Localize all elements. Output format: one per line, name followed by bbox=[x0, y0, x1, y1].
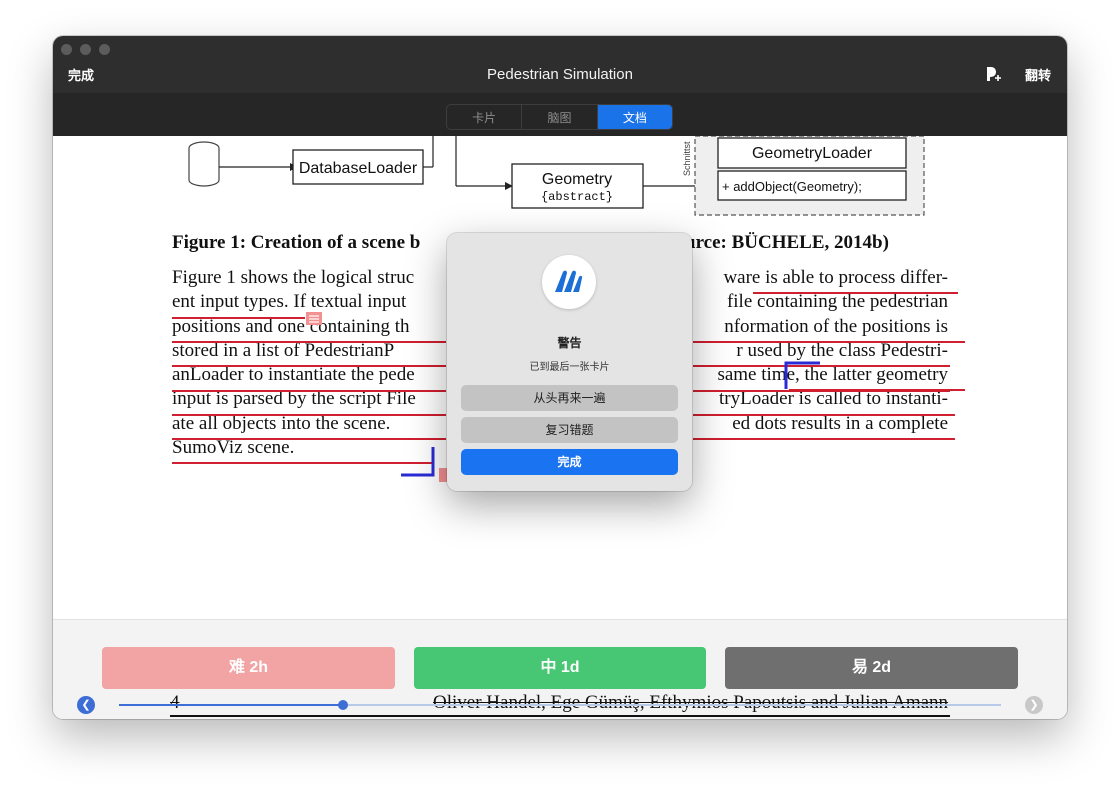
tab-bar: 卡片 脑图 文档 bbox=[53, 93, 1067, 136]
paragraph-line bbox=[693, 436, 948, 460]
geometry-title: Geometry bbox=[542, 171, 612, 188]
paragraph-line: input is parsed by the script File bbox=[172, 388, 416, 410]
paragraph-line: ed dots results in a complete bbox=[732, 412, 948, 434]
paragraph-line: tryLoader is called to instanti- bbox=[719, 388, 948, 410]
uml-diagram: DatabaseLoader Geometry {abstract} Schni… bbox=[188, 136, 925, 216]
flip-button[interactable]: 翻转 bbox=[1025, 65, 1051, 84]
chevron-right-icon[interactable]: ❯ bbox=[1025, 696, 1043, 714]
paragraph-line: r used by the class Pedestri- bbox=[736, 339, 948, 361]
paragraph-line: ware is able to process differ- bbox=[723, 267, 948, 288]
note-marker-icon bbox=[439, 468, 447, 482]
paragraph-line: nformation of the positions is bbox=[724, 315, 948, 337]
database-loader-label: DatabaseLoader bbox=[299, 160, 418, 177]
paragraph-line: ent input types. If textual input bbox=[172, 291, 407, 313]
paragraph-line: positions and one containing th bbox=[172, 315, 410, 337]
paragraph-line: Figure 1 shows the logical struc bbox=[172, 267, 415, 288]
alert-done-button[interactable]: 完成 bbox=[461, 449, 678, 475]
tab-document[interactable]: 文档 bbox=[597, 105, 672, 129]
paragraph-line: SumoViz scene. bbox=[172, 437, 295, 459]
title-bar: 完成 Pedestrian Simulation 翻转 bbox=[53, 36, 1067, 93]
restart-button[interactable]: 从头再来一遍 bbox=[461, 385, 678, 411]
zoom-window-button[interactable] bbox=[99, 44, 110, 55]
alert-message: 已到最后一张卡片 bbox=[529, 362, 610, 373]
progress-fill bbox=[119, 704, 344, 706]
rate-easy-button[interactable]: 易 2d bbox=[725, 647, 1018, 689]
caption-right: urce: BÜCHELE, 2014b) bbox=[685, 232, 889, 253]
rate-hard-button[interactable]: 难 2h bbox=[102, 647, 395, 689]
tab-mindmap[interactable]: 脑图 bbox=[522, 105, 598, 129]
footer-authors: Oliver Handel, Ege Gümüş, Efthymios Papo… bbox=[433, 692, 949, 713]
window-title: Pedestrian Simulation bbox=[487, 66, 633, 83]
interface-side-label: Schnittst bbox=[682, 141, 692, 176]
paragraph-line: ate all objects into the scene. bbox=[172, 412, 391, 434]
footer-rule bbox=[170, 715, 950, 717]
geometry-loader-label: GeometryLoader bbox=[752, 145, 873, 162]
paragraph-line: same time, the latter geometry bbox=[717, 364, 948, 386]
paragraph-left[interactable]: Figure 1 shows the logical struc ent inp… bbox=[172, 266, 462, 460]
geometry-subtitle: {abstract} bbox=[541, 190, 613, 204]
figure-caption: Figure 1: Creation of a scene b bbox=[172, 232, 420, 254]
rate-medium-button[interactable]: 中 1d bbox=[414, 647, 706, 689]
paragraph-line: anLoader to instantiate the pede bbox=[172, 364, 415, 386]
review-mistakes-button[interactable]: 复习错题 bbox=[461, 417, 678, 443]
footer-page-number: 4 bbox=[170, 692, 180, 713]
progress-knob[interactable] bbox=[338, 700, 349, 710]
view-segmented-control: 卡片 脑图 文档 bbox=[446, 104, 673, 130]
alert-dialog: 警告 已到最后一张卡片 从头再来一遍 复习错题 完成 bbox=[447, 233, 692, 491]
paragraph-right[interactable]: ware is able to process differ- file con… bbox=[693, 266, 948, 460]
tab-cards[interactable]: 卡片 bbox=[447, 105, 523, 129]
review-panel: 难 2h 中 1d 易 2d 4 Oliver Handel, Ege Gümü… bbox=[53, 619, 1067, 719]
text-to-speech-icon[interactable] bbox=[983, 64, 1003, 84]
paragraph-line: file containing the pedestrian bbox=[726, 291, 948, 313]
close-window-button[interactable] bbox=[61, 44, 72, 55]
marginnote-logo-icon bbox=[542, 255, 596, 309]
chevron-left-icon[interactable]: ❮ bbox=[77, 696, 95, 714]
progress-slider[interactable] bbox=[119, 700, 1001, 710]
database-cylinder-icon bbox=[188, 141, 220, 187]
caption-left: Figure 1: Creation of a scene b bbox=[172, 232, 421, 253]
add-object-label: + addObject(Geometry); bbox=[722, 179, 862, 194]
figure-caption-right: urce: BÜCHELE, 2014b) bbox=[685, 232, 889, 254]
paragraph-line: stored in a list of PedestrianP bbox=[172, 339, 395, 361]
alert-title: 警告 bbox=[557, 336, 582, 350]
minimize-window-button[interactable] bbox=[80, 44, 91, 55]
